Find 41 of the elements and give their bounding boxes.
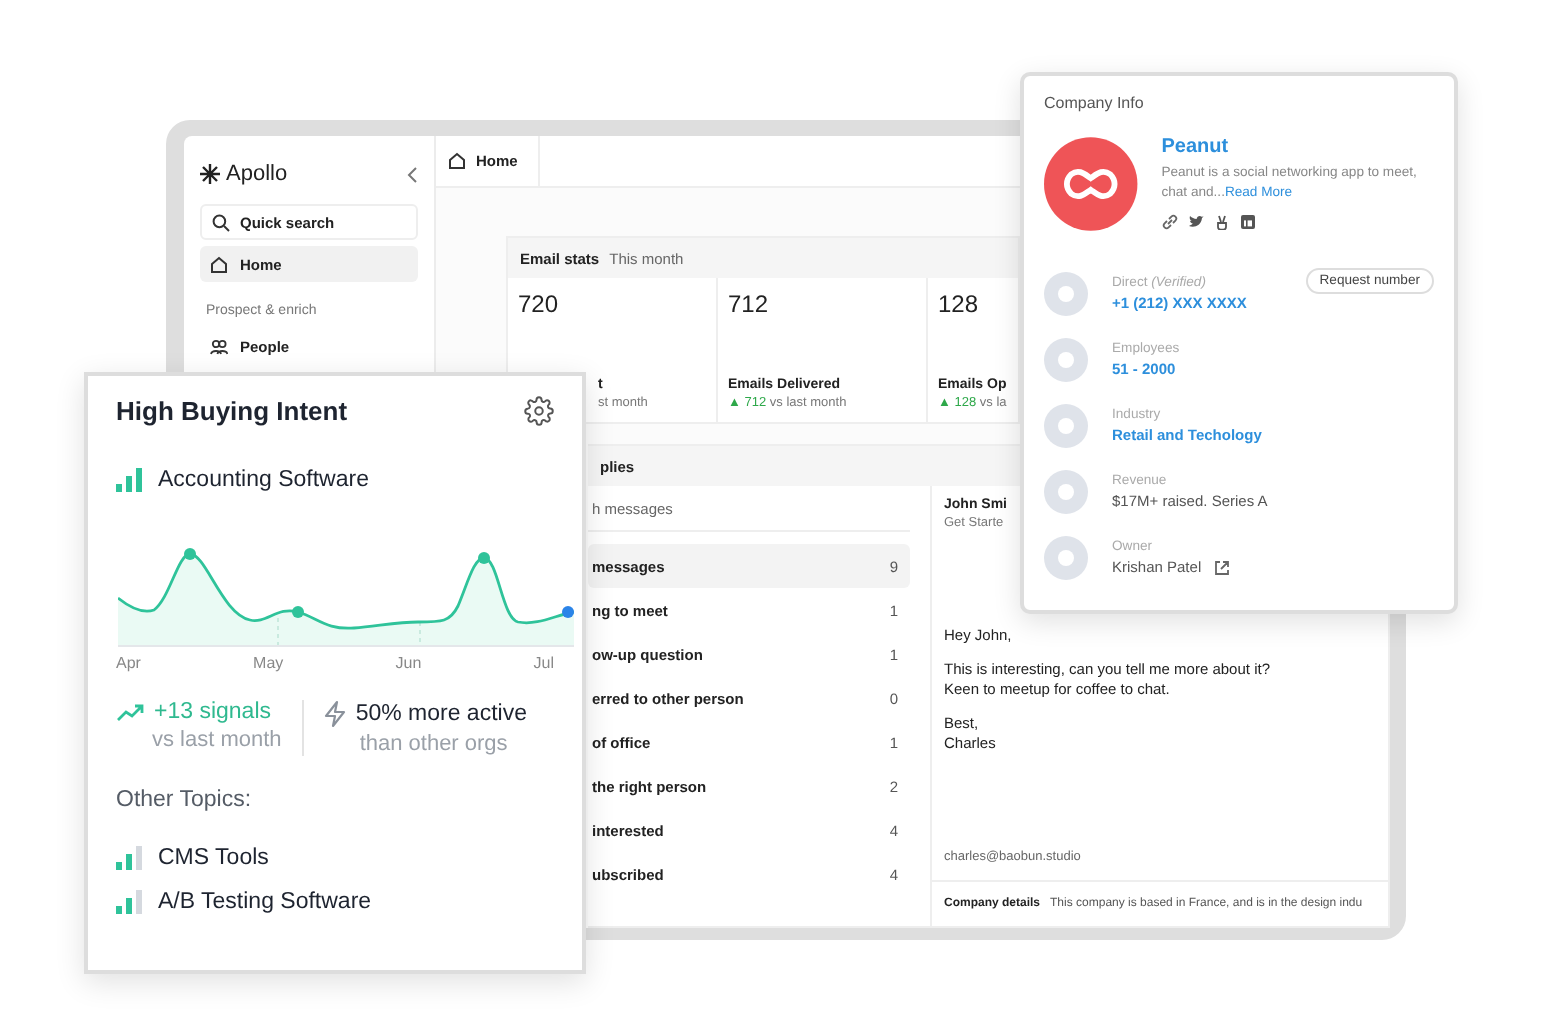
chevron-left-icon[interactable]: [406, 165, 418, 183]
signal-bars-icon: [116, 846, 142, 870]
circle-icon: [1044, 271, 1088, 316]
topic-label: CMS Tools: [158, 846, 269, 870]
hand-icon[interactable]: [1213, 214, 1230, 230]
section-heading: Other Topics:: [116, 788, 254, 812]
link-icon[interactable]: [1161, 214, 1178, 230]
card-title: High Buying Intent: [116, 396, 348, 426]
circle-icon: [1044, 536, 1088, 581]
circle-icon: [1044, 470, 1088, 515]
card-title: Company Info: [1044, 94, 1146, 112]
home-icon: [448, 152, 466, 170]
lightning-icon: [323, 700, 346, 728]
activity-value: 50% more active: [355, 702, 527, 726]
signal-bars-icon: [116, 468, 142, 492]
signals-count: +13 signals: [154, 700, 271, 724]
circle-icon: [1044, 404, 1088, 448]
search-icon: [212, 213, 230, 231]
trend-up-icon: [116, 703, 144, 721]
topic-label: A/B Testing Software: [158, 890, 372, 914]
metric-caption: vs last month: [150, 728, 282, 752]
topic-label: Accounting Software: [158, 468, 369, 492]
stat-value: 128: [938, 290, 979, 318]
people-icon: [210, 337, 228, 355]
axis-label: May: [253, 654, 284, 672]
signal-bars-icon: [116, 890, 142, 914]
axis-label: Jun: [395, 654, 422, 672]
square-social-icon[interactable]: [1239, 214, 1256, 230]
axis-label: Apr: [116, 654, 141, 672]
external-link-icon[interactable]: [1213, 559, 1230, 576]
home-icon: [210, 255, 228, 273]
bird-icon[interactable]: [1187, 214, 1204, 230]
axis-label: Jul: [533, 654, 554, 672]
circle-icon: [1044, 337, 1088, 382]
asterisk-logo-icon: [200, 164, 220, 184]
settings-icon[interactable]: [524, 396, 554, 426]
stat-value: 720: [518, 290, 559, 318]
stat-value: 712: [728, 290, 769, 318]
metric-caption: than other orgs: [357, 732, 510, 756]
company-logo-icon: [1044, 136, 1138, 232]
app-logo: Apollo: [226, 162, 288, 186]
